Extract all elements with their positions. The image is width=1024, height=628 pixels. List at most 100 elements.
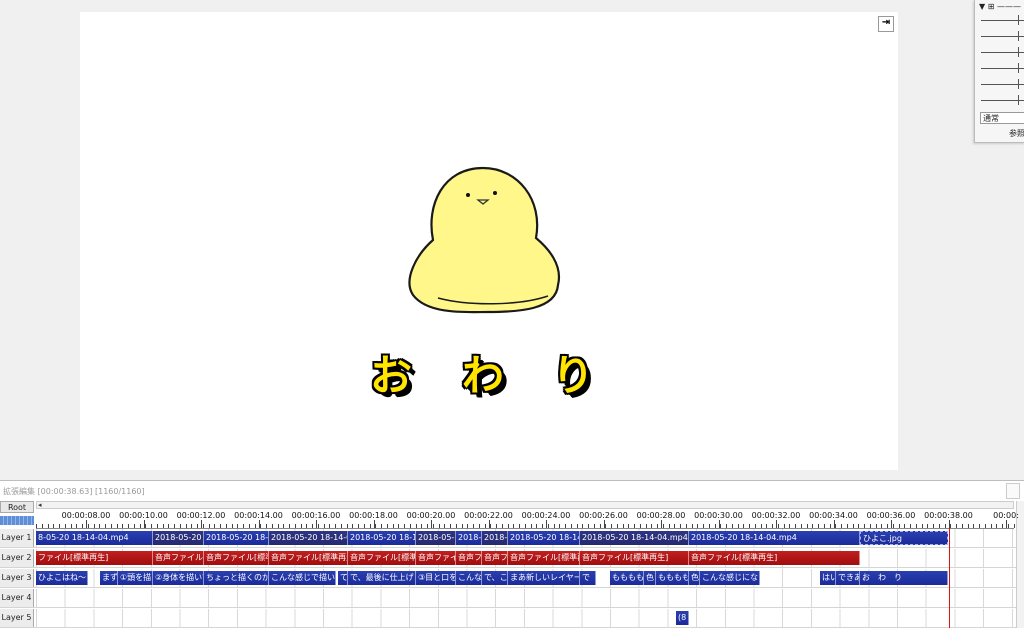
timeline-clip[interactable]: で、最後に仕上げと [348,571,416,585]
pin-icon[interactable]: ⇥ [878,16,894,32]
timeline-clip[interactable]: 8-05-20 18-14-04.mp4 [36,531,153,545]
timeline-clip[interactable]: 音声ファイル[標準再生 [348,551,416,565]
timeline-clip[interactable]: 音声フ [482,551,508,565]
timeline-clip[interactable]: ②身体を描いて [153,571,204,585]
timeline-clip[interactable]: まあ新しいレイヤーを追 [508,571,580,585]
blend-mode-select[interactable]: 通常 [980,112,1024,124]
timeline-clip[interactable]: で、これ [482,571,508,585]
timeline-clip[interactable]: こんな感じで描い [269,571,336,585]
timeline-clip[interactable]: こんな感じになりますね [700,571,760,585]
panel-header[interactable]: ▼ ⊞ ——— [979,2,1021,11]
timeline-clip[interactable]: ももももも [610,571,644,585]
timeline-clip[interactable]: 2018-05-20 18-14- [204,531,269,545]
chick-illustration [408,166,561,314]
ruler-tick [174,524,175,528]
timeline-clip[interactable]: できあが [836,571,860,585]
timeline-clip[interactable]: 音声ファイル[標 [153,551,204,565]
timeline-clip[interactable]: 2018-05-20 18-14-0 [348,531,416,545]
timeline-clip[interactable]: ①頭を描い [118,571,153,585]
end-title: お わ り [370,342,610,400]
ruler-tick [714,524,716,528]
ruler-tick [553,524,555,528]
ruler-tick [789,524,791,528]
horizontal-scrollbar[interactable]: ◂ [36,501,1014,509]
timeline-clip[interactable]: 音声ファイル[標準再生] [508,551,580,565]
layer-label[interactable]: Layer 3 [0,569,34,587]
timeline-clip[interactable]: て [338,571,348,585]
preview-canvas[interactable]: お わ り ⇥ [80,12,898,470]
timeline-clip[interactable]: ももももも [656,571,689,585]
layer-label[interactable]: Layer 1 [0,529,34,547]
playhead-cursor[interactable] [949,528,950,628]
timeline-clip[interactable]: お わ り [860,571,948,585]
setting-slider[interactable] [981,79,1024,89]
ruler-major-tick [431,520,432,528]
layer-label[interactable]: Layer 4 [0,589,34,607]
layer-label[interactable]: Layer 2 [0,549,34,567]
timeline-clip[interactable]: 2018-05-20 [416,531,456,545]
timeline-clip[interactable]: ひよこはね～ こう [36,571,88,585]
reference-button[interactable]: 参照 [1009,128,1024,139]
scroll-left-icon[interactable]: ◂ [38,501,42,509]
setting-slider[interactable] [981,63,1024,73]
setting-slider[interactable] [981,31,1024,41]
setting-slider[interactable] [981,15,1024,25]
ruler-tick [197,524,198,528]
ruler-tick [248,524,250,528]
ruler-tick [973,524,975,528]
timeline-clip[interactable]: (8 [676,611,689,625]
root-button[interactable]: Root [0,501,34,513]
time-ruler[interactable]: 00:00:08.00 00:00:10.00 00:00:12.00 00:00:1… [36,510,1019,529]
timeline-clip[interactable]: 音声ファイル[標準再生] [580,551,689,565]
timeline-clip[interactable]: ひよこ.jpg [860,531,948,545]
timeline-clip[interactable]: まず [100,571,118,585]
layer-label[interactable]: Layer 5 [0,609,34,627]
layer-row: Layer 18-05-20 18-14-04.mp42018-05-20 18… [0,529,1016,548]
timeline-clip[interactable]: 2018-0 [456,531,482,545]
timeline-clip[interactable]: 2018-05-20 18- [153,531,204,545]
ruler-tick [70,524,72,528]
ruler-tick [582,524,584,528]
ruler-tick [277,524,279,528]
timeline-clip[interactable]: 音声ファイル[標準再生] [689,551,860,565]
ruler-tick [795,524,796,528]
ruler-tick [611,524,612,528]
ruler-major-tick [603,520,605,528]
timeline-clip[interactable]: 2018-05-20 18-14-04.m [269,531,348,545]
layer-lane[interactable]: 8-05-20 18-14-04.mp42018-05-20 18-2018-0… [36,529,1014,547]
timeline-clip[interactable]: はい [820,571,836,585]
timeline-clip[interactable]: 色 [644,571,656,585]
ruler-tick [467,524,469,528]
timeline-clip[interactable]: 音声ファイル[標準再生] [269,551,348,565]
timeline-clip[interactable]: ファイル[標準再生] [36,551,153,565]
layer-lane[interactable]: ファイル[標準再生]音声ファイル[標音声ファイル[標準再生音声ファイル[標準再生… [36,549,1014,567]
setting-slider[interactable] [981,95,1024,105]
ruler-tick [1007,524,1009,528]
zoom-level-bar[interactable] [0,516,34,525]
ruler-tick [961,524,963,528]
timeline-clip[interactable]: ③目と口を [416,571,456,585]
object-settings-panel: ▼ ⊞ ——— 通常 参照 [974,0,1024,143]
ruler-tick [743,524,745,528]
timeline-clip[interactable]: ちょっと描くのが難しい [204,571,269,585]
timeline-clip[interactable]: 2018-05-20 18-14-04.mp4 [580,531,689,545]
ruler-tick [254,524,256,528]
ruler-tick [191,524,193,528]
layer-lane[interactable]: (8 [36,609,1014,627]
timeline-clip[interactable]: 2018-0 [482,531,508,545]
timeline-clip[interactable]: こんな感 [456,571,482,585]
ruler-tick [116,524,118,528]
ruler-label: 00:00:28.00 [636,511,686,520]
timeline-clip[interactable]: で [580,571,596,585]
ruler-tick [323,524,325,528]
setting-slider[interactable] [981,47,1024,57]
layer-lane[interactable]: ひよこはね～ こうまず①頭を描い②身体を描いてちょっと描くのが難しいこんな感じで… [36,569,1014,587]
vertical-scrollbar[interactable] [1016,501,1024,628]
timeline-clip[interactable]: 音声ファイル[標準再生 [204,551,269,565]
timeline-clip[interactable]: 音声ファイル[標準 [416,551,456,565]
timeline-clip[interactable]: 色 [689,571,700,585]
layer-lane[interactable] [36,589,1014,607]
timeline-clip[interactable]: 音声ファ [456,551,482,565]
timeline-clip[interactable]: 2018-05-20 18-14-04 [508,531,580,545]
timeline-clip[interactable]: 2018-05-20 18-14-04.mp4 [689,531,860,545]
